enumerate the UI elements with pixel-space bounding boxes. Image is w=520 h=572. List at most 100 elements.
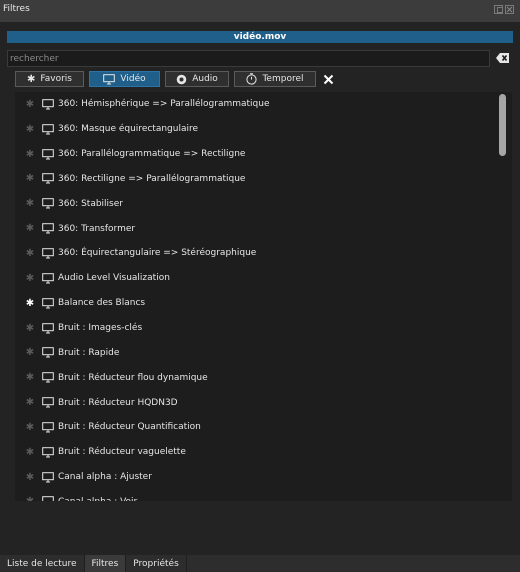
filter-row[interactable]: ✱ Bruit : Images-clés	[15, 316, 512, 341]
tab-time[interactable]: Temporel	[234, 71, 316, 87]
filter-row[interactable]: ✱ Bruit : Réducteur flou dynamique	[15, 365, 512, 390]
filter-label: Bruit : Réducteur flou dynamique	[58, 372, 208, 383]
filter-label: 360: Masque équirectangulaire	[58, 124, 199, 135]
filter-row[interactable]: ✱ 360: Transformer	[15, 216, 512, 241]
filter-label: 360: Rectiligne => Parallélogrammatique	[58, 173, 246, 184]
monitor-icon	[42, 223, 54, 234]
monitor-icon	[42, 372, 54, 383]
tab-label: Vidéo	[120, 74, 146, 84]
filter-label: 360: Hémisphérique => Parallélogrammatiq…	[58, 99, 270, 110]
tab-video[interactable]: Vidéo	[89, 71, 160, 87]
filter-list[interactable]: ✱ 360: Hémisphérique => Parallélogrammati…	[15, 92, 512, 501]
filter-label: Bruit : Réducteur Quantification	[58, 422, 201, 433]
favorite-star-icon[interactable]: ✱	[25, 99, 35, 110]
tab-playlist[interactable]: Liste de lecture	[0, 555, 85, 572]
filter-label: Bruit : Réducteur vaguelette	[58, 447, 186, 458]
monitor-icon	[42, 198, 54, 209]
monitor-icon	[42, 99, 54, 110]
filter-label: Bruit : Images-clés	[58, 323, 143, 334]
filter-row[interactable]: ✱ 360: Masque équirectangulaire	[15, 117, 512, 142]
monitor-icon	[42, 496, 54, 501]
tab-label: Filtres	[91, 558, 119, 569]
favorite-star-icon[interactable]: ✱	[25, 372, 35, 383]
reset-tabs-button[interactable]	[321, 71, 335, 87]
favorite-star-icon[interactable]: ✱	[25, 323, 35, 334]
filter-row[interactable]: ✱ 360: Parallélogrammatique => Rectiligne	[15, 142, 512, 167]
float-icon[interactable]	[494, 5, 503, 14]
favorite-star-icon[interactable]: ✱	[25, 173, 35, 184]
favorite-star-icon[interactable]: ✱	[25, 298, 35, 309]
favorite-star-icon[interactable]: ✱	[25, 273, 35, 284]
filter-row[interactable]: ✱ Bruit : Réducteur Quantification	[15, 415, 512, 440]
filter-row[interactable]: ✱ 360: Hémisphérique => Parallélogrammati…	[15, 92, 512, 117]
close-icon[interactable]	[505, 5, 514, 14]
monitor-icon	[42, 347, 54, 358]
filter-row[interactable]: ✱ 360: Équirectangulaire => Stéréographiq…	[15, 241, 512, 266]
favorite-star-icon[interactable]: ✱	[25, 447, 35, 458]
favorite-star-icon[interactable]: ✱	[25, 124, 35, 135]
monitor-icon	[42, 446, 54, 458]
monitor-icon	[42, 148, 54, 160]
filter-row[interactable]: ✱ Balance des Blancs	[15, 291, 512, 316]
filter-label: Balance des Blancs	[58, 298, 146, 309]
monitor-icon	[42, 248, 54, 259]
monitor-icon	[42, 123, 54, 135]
tab-favorites[interactable]: ✱ Favoris	[15, 71, 84, 87]
dock-tabs: Liste de lecture Filtres Propriétés	[0, 555, 520, 572]
speaker-icon	[176, 74, 187, 84]
timer-icon	[246, 73, 258, 85]
tab-label: Propriétés	[133, 558, 179, 569]
filter-category-tabs: ✱ Favoris Vidéo Audio Temporel	[15, 71, 335, 87]
title-bar-buttons	[494, 5, 514, 14]
panel-title: Filtres	[3, 4, 30, 14]
favorite-star-icon[interactable]: ✱	[25, 223, 35, 234]
filter-row[interactable]: ✱ Bruit : Réducteur vaguelette	[15, 440, 512, 465]
list-scrollbar[interactable]	[497, 92, 509, 501]
monitor-icon	[42, 273, 54, 284]
current-clip-bar: vidéo.mov	[7, 31, 513, 43]
favorite-star-icon[interactable]: ✱	[25, 347, 35, 358]
monitor-icon	[42, 397, 54, 408]
tab-label: Temporel	[262, 74, 304, 84]
filter-row[interactable]: ✱ Audio Level Visualization	[15, 266, 512, 291]
filter-row[interactable]: ✱ 360: Stabiliser	[15, 191, 512, 216]
filter-row[interactable]: ✱ 360: Rectiligne => Parallélogrammatique	[15, 167, 512, 192]
filter-label: 360: Transformer	[58, 223, 136, 234]
filter-row[interactable]: ✱ Canal alpha : Voir	[15, 490, 512, 501]
favorite-star-icon[interactable]: ✱	[25, 422, 35, 433]
scrollbar-thumb[interactable]	[499, 94, 506, 156]
filter-label: 360: Équirectangulaire => Stéréographiqu…	[58, 248, 257, 259]
tab-label: Favoris	[40, 74, 72, 84]
clear-search-button[interactable]	[496, 52, 510, 64]
tab-properties[interactable]: Propriétés	[126, 555, 187, 572]
favorite-star-icon[interactable]: ✱	[25, 397, 35, 408]
filter-label: Canal alpha : Voir	[58, 497, 137, 501]
close-icon	[323, 74, 333, 84]
filter-label: 360: Stabiliser	[58, 198, 123, 209]
backspace-icon	[496, 53, 509, 63]
search-input[interactable]	[7, 50, 490, 67]
filter-row[interactable]: ✱ Bruit : Réducteur HQDN3D	[15, 390, 512, 415]
filter-row[interactable]: ✱ Bruit : Rapide	[15, 340, 512, 365]
clip-name: vidéo.mov	[233, 32, 287, 42]
filter-label: Bruit : Rapide	[58, 347, 120, 358]
favorite-star-icon[interactable]: ✱	[25, 198, 35, 209]
favorite-star-icon[interactable]: ✱	[25, 496, 35, 501]
filters-panel: Filtres vidéo.mov ✱ Favoris Vidéo	[0, 0, 520, 572]
tab-label: Audio	[192, 74, 218, 84]
monitor-icon	[42, 173, 54, 184]
monitor-icon	[103, 73, 116, 84]
star-icon: ✱	[27, 73, 36, 85]
favorite-star-icon[interactable]: ✱	[25, 472, 35, 483]
monitor-icon	[42, 322, 54, 334]
tab-filters[interactable]: Filtres	[84, 555, 127, 572]
tab-label: Liste de lecture	[7, 558, 77, 569]
favorite-star-icon[interactable]: ✱	[25, 248, 35, 259]
tab-audio[interactable]: Audio	[165, 71, 229, 87]
filter-label: Audio Level Visualization	[58, 273, 170, 284]
favorite-star-icon[interactable]: ✱	[25, 149, 35, 160]
filter-label: Canal alpha : Ajuster	[58, 472, 152, 483]
dock-title-bar[interactable]: Filtres	[0, 0, 520, 22]
filter-row[interactable]: ✱ Canal alpha : Ajuster	[15, 465, 512, 490]
filter-label: 360: Parallélogrammatique => Rectiligne	[58, 149, 246, 160]
